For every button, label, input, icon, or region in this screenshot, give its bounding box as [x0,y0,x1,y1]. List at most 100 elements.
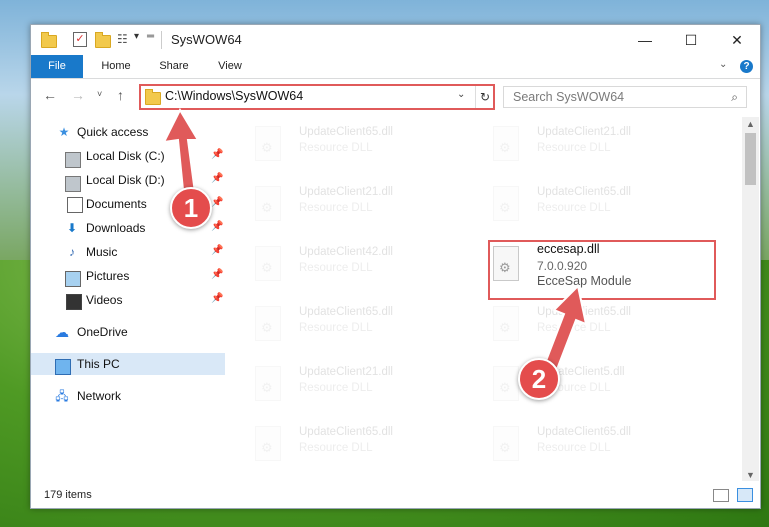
sidebar-item-onedrive[interactable]: ☁ OneDrive [31,321,225,343]
file-name: UpdateClient65.dll [299,306,393,318]
sidebar-item-label: Music [86,245,118,259]
file-description: Resource DLL [537,202,611,214]
sidebar-item-label: Pictures [86,269,130,283]
file-name: UpdateClient42.dll [299,246,393,258]
tab-view[interactable]: View [207,55,253,78]
expand-ribbon-chevron-icon[interactable]: ⌄ [719,59,727,70]
file-description: Resource DLL [299,382,373,394]
video-icon [66,294,82,310]
music-icon: ♪ [69,245,75,259]
scroll-down-arrow-icon[interactable]: ▼ [746,470,755,480]
dll-file-icon: ⚙ [493,306,521,342]
file-name: UpdateClient65.dll [537,426,631,438]
folder-icon[interactable] [41,32,57,48]
dll-file-icon: ⚙ [255,366,283,402]
dll-file-icon: ⚙ [255,426,283,462]
list-item[interactable]: ⚙ UpdateClient21.dll Resource DLL [227,359,457,409]
download-icon: ⬇ [66,221,78,235]
scrollbar-thumb[interactable] [745,133,756,185]
list-item[interactable]: ⚙ UpdateClient42.dll Resource DLL [227,239,457,289]
address-dropdown-icon[interactable]: ⌄ [457,89,465,100]
pin-icon[interactable]: 📌 [211,221,223,232]
drive-icon [65,152,81,168]
dll-file-icon: ⚙ [493,426,521,462]
sidebar-item-label: Documents [86,197,147,211]
dll-file-icon: ⚙ [255,186,283,222]
view-options-icon[interactable]: ☷ [117,32,133,48]
sidebar-item-music[interactable]: ♪ Music 📌 [31,241,225,263]
document-icon [67,197,83,213]
properties-check-icon[interactable]: ✓ [73,32,89,48]
file-name: UpdateClient65.dll [299,126,393,138]
dll-file-icon: ⚙ [493,366,521,402]
sidebar-item-this-pc[interactable]: This PC [31,353,225,375]
sidebar-item-videos[interactable]: Videos 📌 [31,289,225,311]
search-input[interactable]: Search SysWOW64 ⌕ [503,86,747,108]
list-item[interactable]: ⚙ UpdateClient21.dll Resource DLL [465,119,695,169]
file-name: UpdateClient21.dll [537,126,631,138]
new-folder-icon[interactable] [95,32,111,48]
pin-icon[interactable]: 📌 [211,245,223,256]
title-separator [161,31,162,49]
dll-file-icon: ⚙ [255,246,283,282]
up-arrow-icon[interactable]: ↑ [117,87,124,103]
pin-icon[interactable]: 📌 [211,293,223,304]
step-badge-1: 1 [170,187,212,229]
file-description: Resource DLL [299,142,373,154]
minimize-button[interactable]: — [622,25,668,55]
file-name: UpdateClient65.dll [537,186,631,198]
sidebar-item-label: Quick access [77,125,149,139]
dll-file-icon: ⚙ [255,126,283,162]
help-icon[interactable]: ? [740,60,753,73]
recent-locations-chevron-icon[interactable]: ˅ [97,89,102,99]
item-count: 179 items [44,489,92,501]
drive-icon [65,176,81,192]
sidebar-item-label: Network [77,389,122,403]
file-name: UpdateClient21.dll [299,186,393,198]
quick-access-menu-icon[interactable]: ═ [147,31,154,42]
sidebar-item-pictures[interactable]: Pictures 📌 [31,265,225,287]
tab-file[interactable]: File [31,55,83,78]
search-icon[interactable]: ⌕ [731,90,738,105]
forward-arrow-icon[interactable]: → [71,87,85,103]
refresh-icon[interactable]: ↻ [475,86,494,108]
sidebar-item-network[interactable]: 🖧 Network [31,385,225,407]
sidebar-item-label: Downloads [86,221,146,235]
file-description: Resource DLL [299,262,373,274]
close-button[interactable]: ✕ [714,25,760,55]
list-item[interactable]: ⚙ UpdateClient65.dll Resource DLL [227,419,457,469]
vertical-scrollbar[interactable]: ▲ ▼ [742,117,759,481]
list-item[interactable]: ⚙ UpdateClient65.dll Resource DLL [227,119,457,169]
step-badge-2: 2 [518,358,560,400]
scroll-up-arrow-icon[interactable]: ▲ [746,119,755,129]
file-description: Resource DLL [299,322,373,334]
navigation-bar: ← → ˅ ↑ C:\Windows\SysWOW64 ⌄ ↻ Search S… [31,79,760,113]
pin-icon[interactable]: 📌 [211,269,223,280]
file-description: Resource DLL [299,202,373,214]
file-description: Resource DLL [537,142,611,154]
list-item[interactable]: ⚙ UpdateClient65.dll Resource DLL [465,179,695,229]
maximize-button[interactable]: ☐ [668,25,714,55]
sidebar-item-label: Local Disk (D:) [86,173,165,187]
list-item[interactable]: ⚙ UpdateClient65.dll Resource DLL [465,419,695,469]
ribbon-tabs: File Home Share View ⌄ ? [31,55,760,79]
window-title: SysWOW64 [171,32,242,47]
sidebar-item-label: Local Disk (C:) [86,149,165,163]
star-icon: ★ [58,125,70,139]
back-arrow-icon[interactable]: ← [43,87,57,103]
list-item[interactable]: ⚙ UpdateClient65.dll Resource DLL [227,299,457,349]
details-view-icon[interactable] [713,489,729,502]
dll-file-icon: ⚙ [255,306,283,342]
dll-file-icon: ⚙ [493,126,521,162]
sidebar-item-label: Videos [86,293,123,307]
sidebar-item-label: This PC [77,357,120,371]
quick-access-toolbar-dropdown-icon[interactable]: ▾ [134,31,139,42]
address-folder-icon [145,89,161,105]
tiles-view-icon[interactable] [737,488,753,502]
tab-share[interactable]: Share [151,55,197,78]
file-name: UpdateClient65.dll [299,426,393,438]
title-bar: ✓ ☷ ▾ ═ SysWOW64 — ☐ ✕ [31,25,760,55]
tab-home[interactable]: Home [91,55,141,78]
search-placeholder: Search SysWOW64 [513,90,625,104]
list-item[interactable]: ⚙ UpdateClient21.dll Resource DLL [227,179,457,229]
